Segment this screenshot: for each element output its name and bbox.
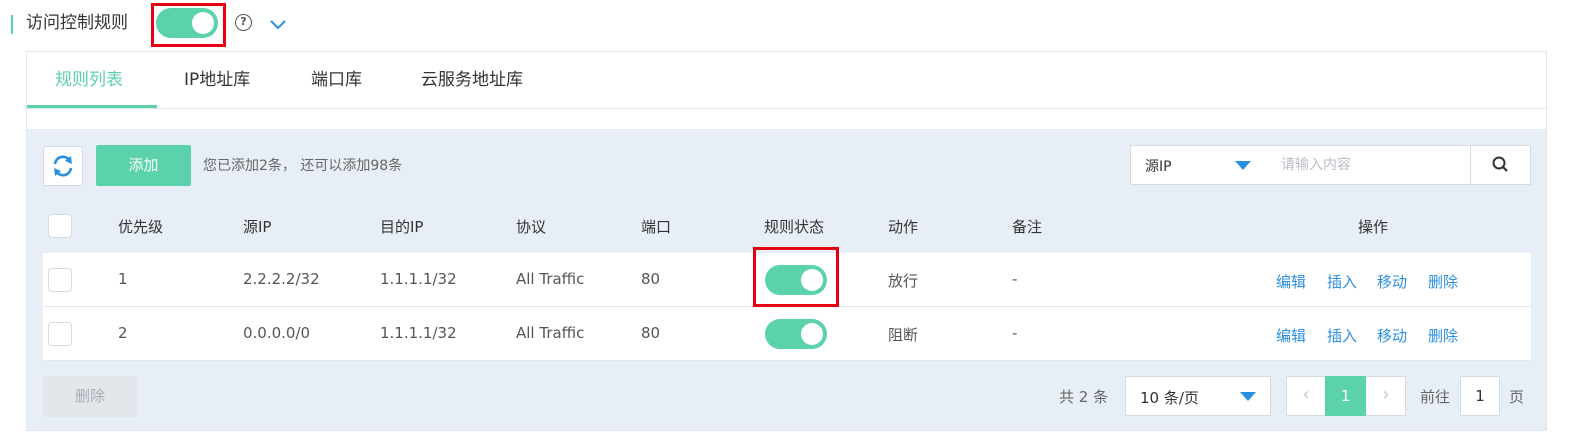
col-dst-ip: 目的IP (380, 218, 424, 236)
help-icon[interactable]: ? (235, 14, 252, 31)
row-checkbox[interactable] (48, 322, 72, 346)
cell-priority: 2 (118, 324, 128, 342)
refresh-icon (53, 155, 73, 177)
toggle-knob (192, 12, 214, 34)
cell-src-ip: 2.2.2.2/32 (243, 270, 320, 288)
table-row: 1 2.2.2.2/32 1.1.1.1/32 All Traffic 80 放… (43, 247, 1531, 307)
move-link[interactable]: 移动 (1377, 325, 1407, 346)
tab-port-library[interactable]: 端口库 (311, 68, 362, 92)
search-input[interactable] (1267, 145, 1472, 185)
table-header: 优先级 源IP 目的IP 协议 端口 规则状态 动作 备注 操作 (43, 199, 1531, 253)
quota-info-text: 您已添加2条， 还可以添加98条 (203, 158, 403, 174)
page-title: 访问控制规则 (26, 13, 128, 33)
col-operations: 操作 (1358, 218, 1389, 236)
active-tab-indicator (27, 105, 157, 108)
header-bar: 访问控制规则 ? (0, 0, 1572, 47)
col-src-ip: 源IP (243, 218, 272, 236)
cell-priority: 1 (118, 270, 128, 288)
col-priority: 优先级 (118, 218, 164, 236)
caret-down-icon (1235, 161, 1251, 170)
cell-port: 80 (641, 324, 661, 342)
total-count: 共 2 条 (1059, 388, 1109, 406)
search-icon (1492, 156, 1508, 172)
tab-bar: 规则列表 IP地址库 端口库 云服务地址库 (27, 52, 1546, 109)
col-protocol: 协议 (516, 218, 547, 236)
cell-dst-ip: 1.1.1.1/32 (380, 270, 457, 288)
search-field-select[interactable]: 源IP (1130, 145, 1268, 185)
edit-link[interactable]: 编辑 (1276, 325, 1306, 346)
cell-protocol: All Traffic (516, 270, 585, 288)
page-size-select[interactable]: 10 条/页 (1125, 376, 1271, 416)
cell-remark: - (1012, 270, 1018, 288)
edit-link[interactable]: 编辑 (1276, 271, 1306, 292)
refresh-button[interactable] (43, 146, 83, 186)
col-rule-status: 规则状态 (764, 218, 825, 236)
search-button[interactable] (1470, 145, 1531, 185)
tab-rule-list[interactable]: 规则列表 (55, 68, 123, 92)
rules-table: 优先级 源IP 目的IP 协议 端口 规则状态 动作 备注 操作 1 2.2.2… (43, 199, 1531, 361)
pagination: ‹ 1 › (1286, 376, 1406, 416)
table-row: 2 0.0.0.0/0 1.1.1.1/32 All Traffic 80 阻断… (43, 307, 1531, 361)
move-link[interactable]: 移动 (1377, 271, 1407, 292)
caret-down-icon (1240, 392, 1256, 401)
cell-protocol: All Traffic (516, 324, 585, 342)
row-checkbox[interactable] (48, 268, 72, 292)
bulk-delete-button[interactable]: 删除 (43, 376, 137, 417)
page-size-value: 10 条/页 (1140, 389, 1199, 407)
rule-list-content: 添加 您已添加2条， 还可以添加98条 源IP 优先级 源IP 目的IP 协议 … (27, 129, 1546, 430)
tab-cloud-service-address-library[interactable]: 云服务地址库 (421, 68, 523, 92)
cell-remark: - (1012, 324, 1018, 342)
chevron-down-icon[interactable] (268, 14, 288, 34)
tab-ip-library[interactable]: IP地址库 (184, 68, 250, 92)
cell-port: 80 (641, 270, 661, 288)
cell-action: 放行 (888, 272, 919, 290)
table-footer: 删除 共 2 条 10 条/页 ‹ 1 › 前往 页 (27, 374, 1546, 430)
insert-link[interactable]: 插入 (1327, 325, 1357, 346)
rule-status-toggle[interactable] (765, 319, 827, 349)
col-port: 端口 (641, 218, 672, 236)
goto-page-input[interactable] (1460, 376, 1500, 416)
select-all-checkbox[interactable] (48, 214, 72, 238)
current-page-button[interactable]: 1 (1325, 376, 1366, 416)
prev-page-icon[interactable]: ‹ (1287, 377, 1325, 415)
page-unit-label: 页 (1509, 388, 1525, 406)
next-page-icon[interactable]: › (1367, 377, 1405, 415)
toggle-knob (801, 269, 823, 291)
insert-link[interactable]: 插入 (1327, 271, 1357, 292)
toggle-knob (801, 323, 823, 345)
acl-enable-toggle[interactable] (156, 8, 218, 38)
goto-label: 前往 (1420, 388, 1451, 406)
rule-status-toggle[interactable] (765, 265, 827, 295)
cell-action: 阻断 (888, 326, 919, 344)
main-panel: 规则列表 IP地址库 端口库 云服务地址库 添加 您已添加2条， 还可以添加98… (26, 51, 1547, 431)
search-field-value: 源IP (1145, 159, 1172, 175)
delete-link[interactable]: 删除 (1428, 271, 1458, 292)
title-accent-bar (11, 15, 13, 34)
add-button[interactable]: 添加 (96, 145, 191, 186)
col-action: 动作 (888, 218, 919, 236)
col-remark: 备注 (1012, 218, 1043, 236)
cell-dst-ip: 1.1.1.1/32 (380, 324, 457, 342)
delete-link[interactable]: 删除 (1428, 325, 1458, 346)
cell-src-ip: 0.0.0.0/0 (243, 324, 311, 342)
